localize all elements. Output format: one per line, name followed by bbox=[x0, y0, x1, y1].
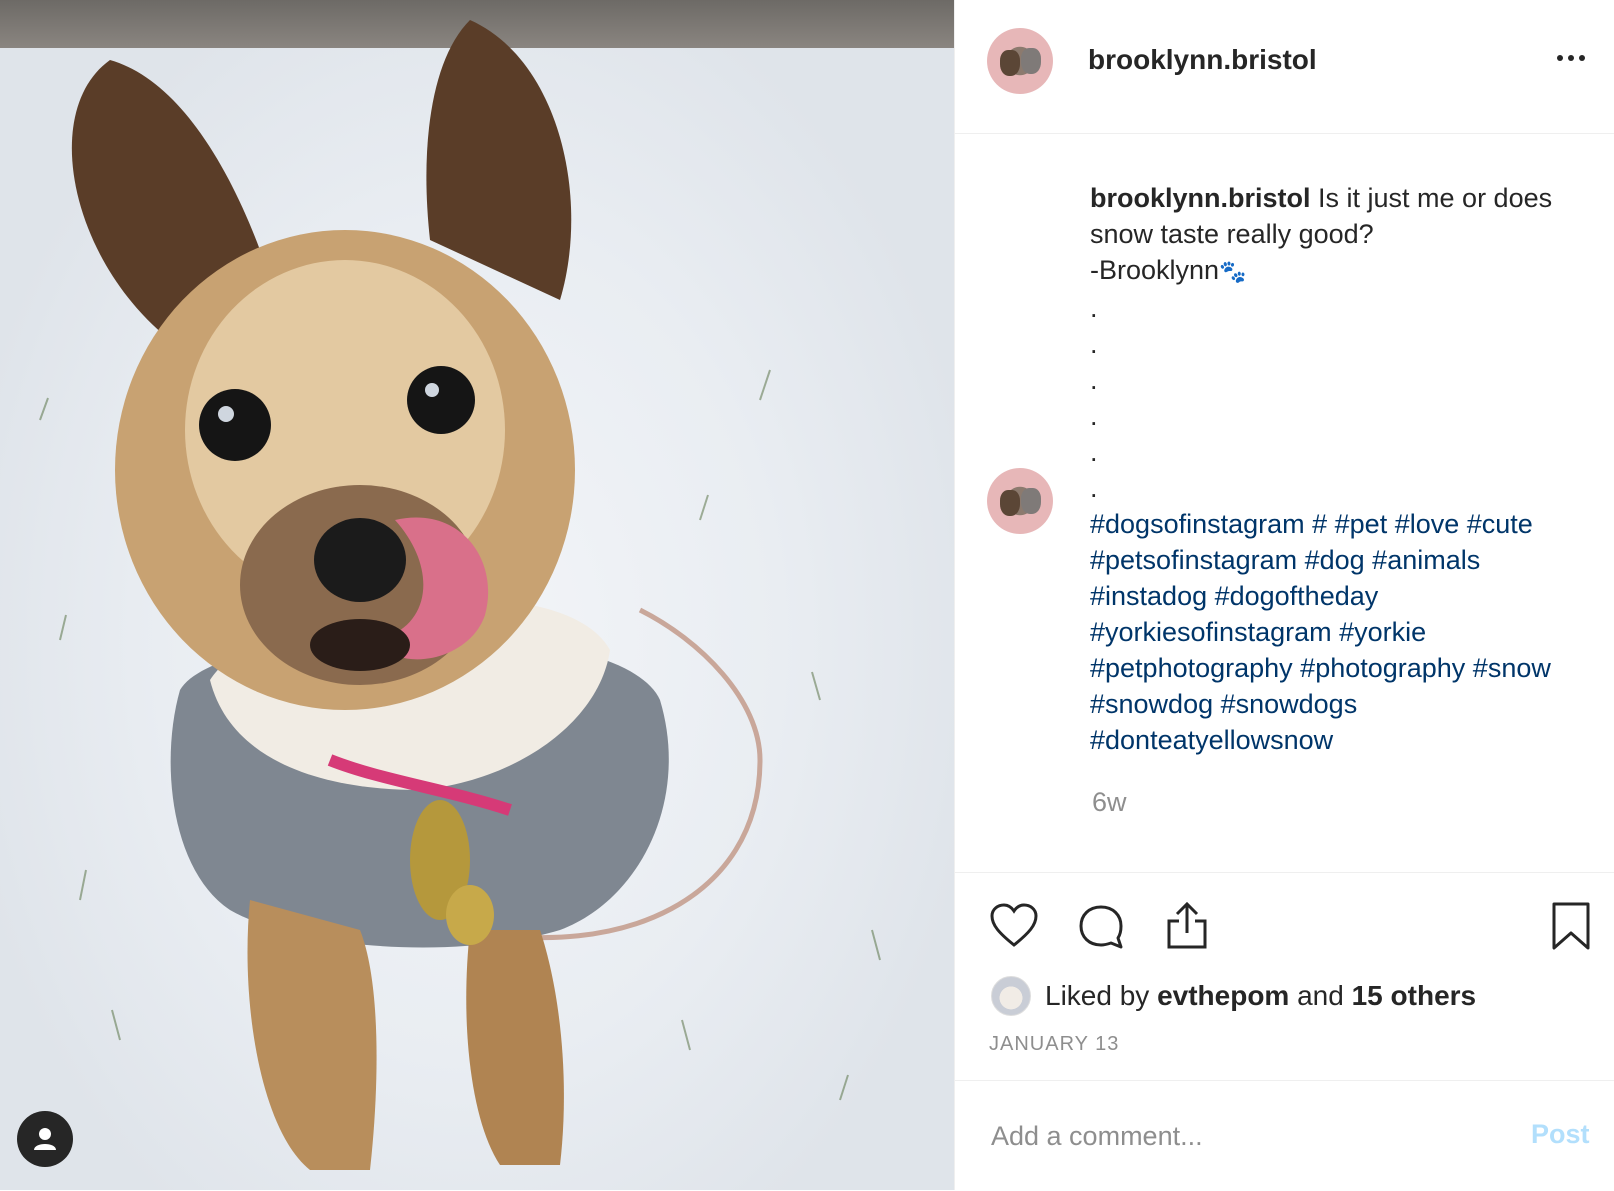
caption-dot: . bbox=[1090, 365, 1098, 395]
post-header: brooklynn.bristol bbox=[955, 0, 1614, 134]
caption-dot: . bbox=[1090, 437, 1098, 467]
like-button[interactable] bbox=[989, 903, 1039, 954]
likes-summary: Liked by evthepom and 15 others bbox=[991, 976, 1476, 1016]
post-date[interactable]: JANUARY 13 bbox=[989, 1033, 1119, 1056]
comment-button[interactable] bbox=[1077, 903, 1125, 956]
dog-illustration bbox=[39, 20, 881, 1170]
tagged-users-button[interactable] bbox=[17, 1111, 73, 1167]
post-caption: brooklynn.bristol Is it just me or does … bbox=[1090, 180, 1600, 758]
caption-author-avatar[interactable] bbox=[987, 468, 1053, 534]
heart-icon bbox=[990, 903, 1038, 947]
caption-signature: -Brooklynn bbox=[1090, 255, 1220, 285]
save-button[interactable] bbox=[1551, 901, 1591, 956]
caption-dot: . bbox=[1090, 329, 1098, 359]
post-time-ago[interactable]: 6w bbox=[1092, 787, 1127, 818]
comment-input[interactable] bbox=[991, 1116, 1491, 1156]
more-icon bbox=[1557, 55, 1563, 61]
person-icon bbox=[34, 1128, 56, 1150]
comment-icon bbox=[1079, 905, 1123, 949]
share-button[interactable] bbox=[1163, 901, 1211, 956]
liker-avatar[interactable] bbox=[991, 976, 1031, 1016]
comment-section: Post bbox=[955, 1080, 1614, 1191]
caption-dot: . bbox=[1090, 401, 1098, 431]
post-details-panel: brooklynn.bristol brooklynn.bristol Is i… bbox=[954, 0, 1614, 1190]
action-bar: Liked by evthepom and 15 others JANUARY … bbox=[955, 872, 1614, 1093]
liker-username[interactable]: evthepom bbox=[1157, 980, 1289, 1011]
caption-username[interactable]: brooklynn.bristol bbox=[1090, 183, 1311, 213]
caption-dot: . bbox=[1090, 473, 1098, 503]
post-comment-button[interactable]: Post bbox=[1531, 1119, 1590, 1150]
share-icon bbox=[1167, 901, 1207, 949]
caption-dot: . bbox=[1090, 293, 1098, 323]
post-photo[interactable] bbox=[0, 0, 954, 1190]
likes-others-link[interactable]: 15 others bbox=[1352, 980, 1477, 1011]
more-options-button[interactable] bbox=[1557, 48, 1593, 68]
caption-hashtags[interactable]: #dogsofinstagram # #pet #love #cute #pet… bbox=[1090, 509, 1551, 755]
author-avatar[interactable] bbox=[987, 28, 1053, 94]
bookmark-icon bbox=[1552, 902, 1590, 950]
author-username[interactable]: brooklynn.bristol bbox=[1088, 44, 1317, 76]
likes-text: Liked by evthepom and 15 others bbox=[1045, 980, 1477, 1011]
paw-icon: 🐾 bbox=[1219, 259, 1247, 284]
